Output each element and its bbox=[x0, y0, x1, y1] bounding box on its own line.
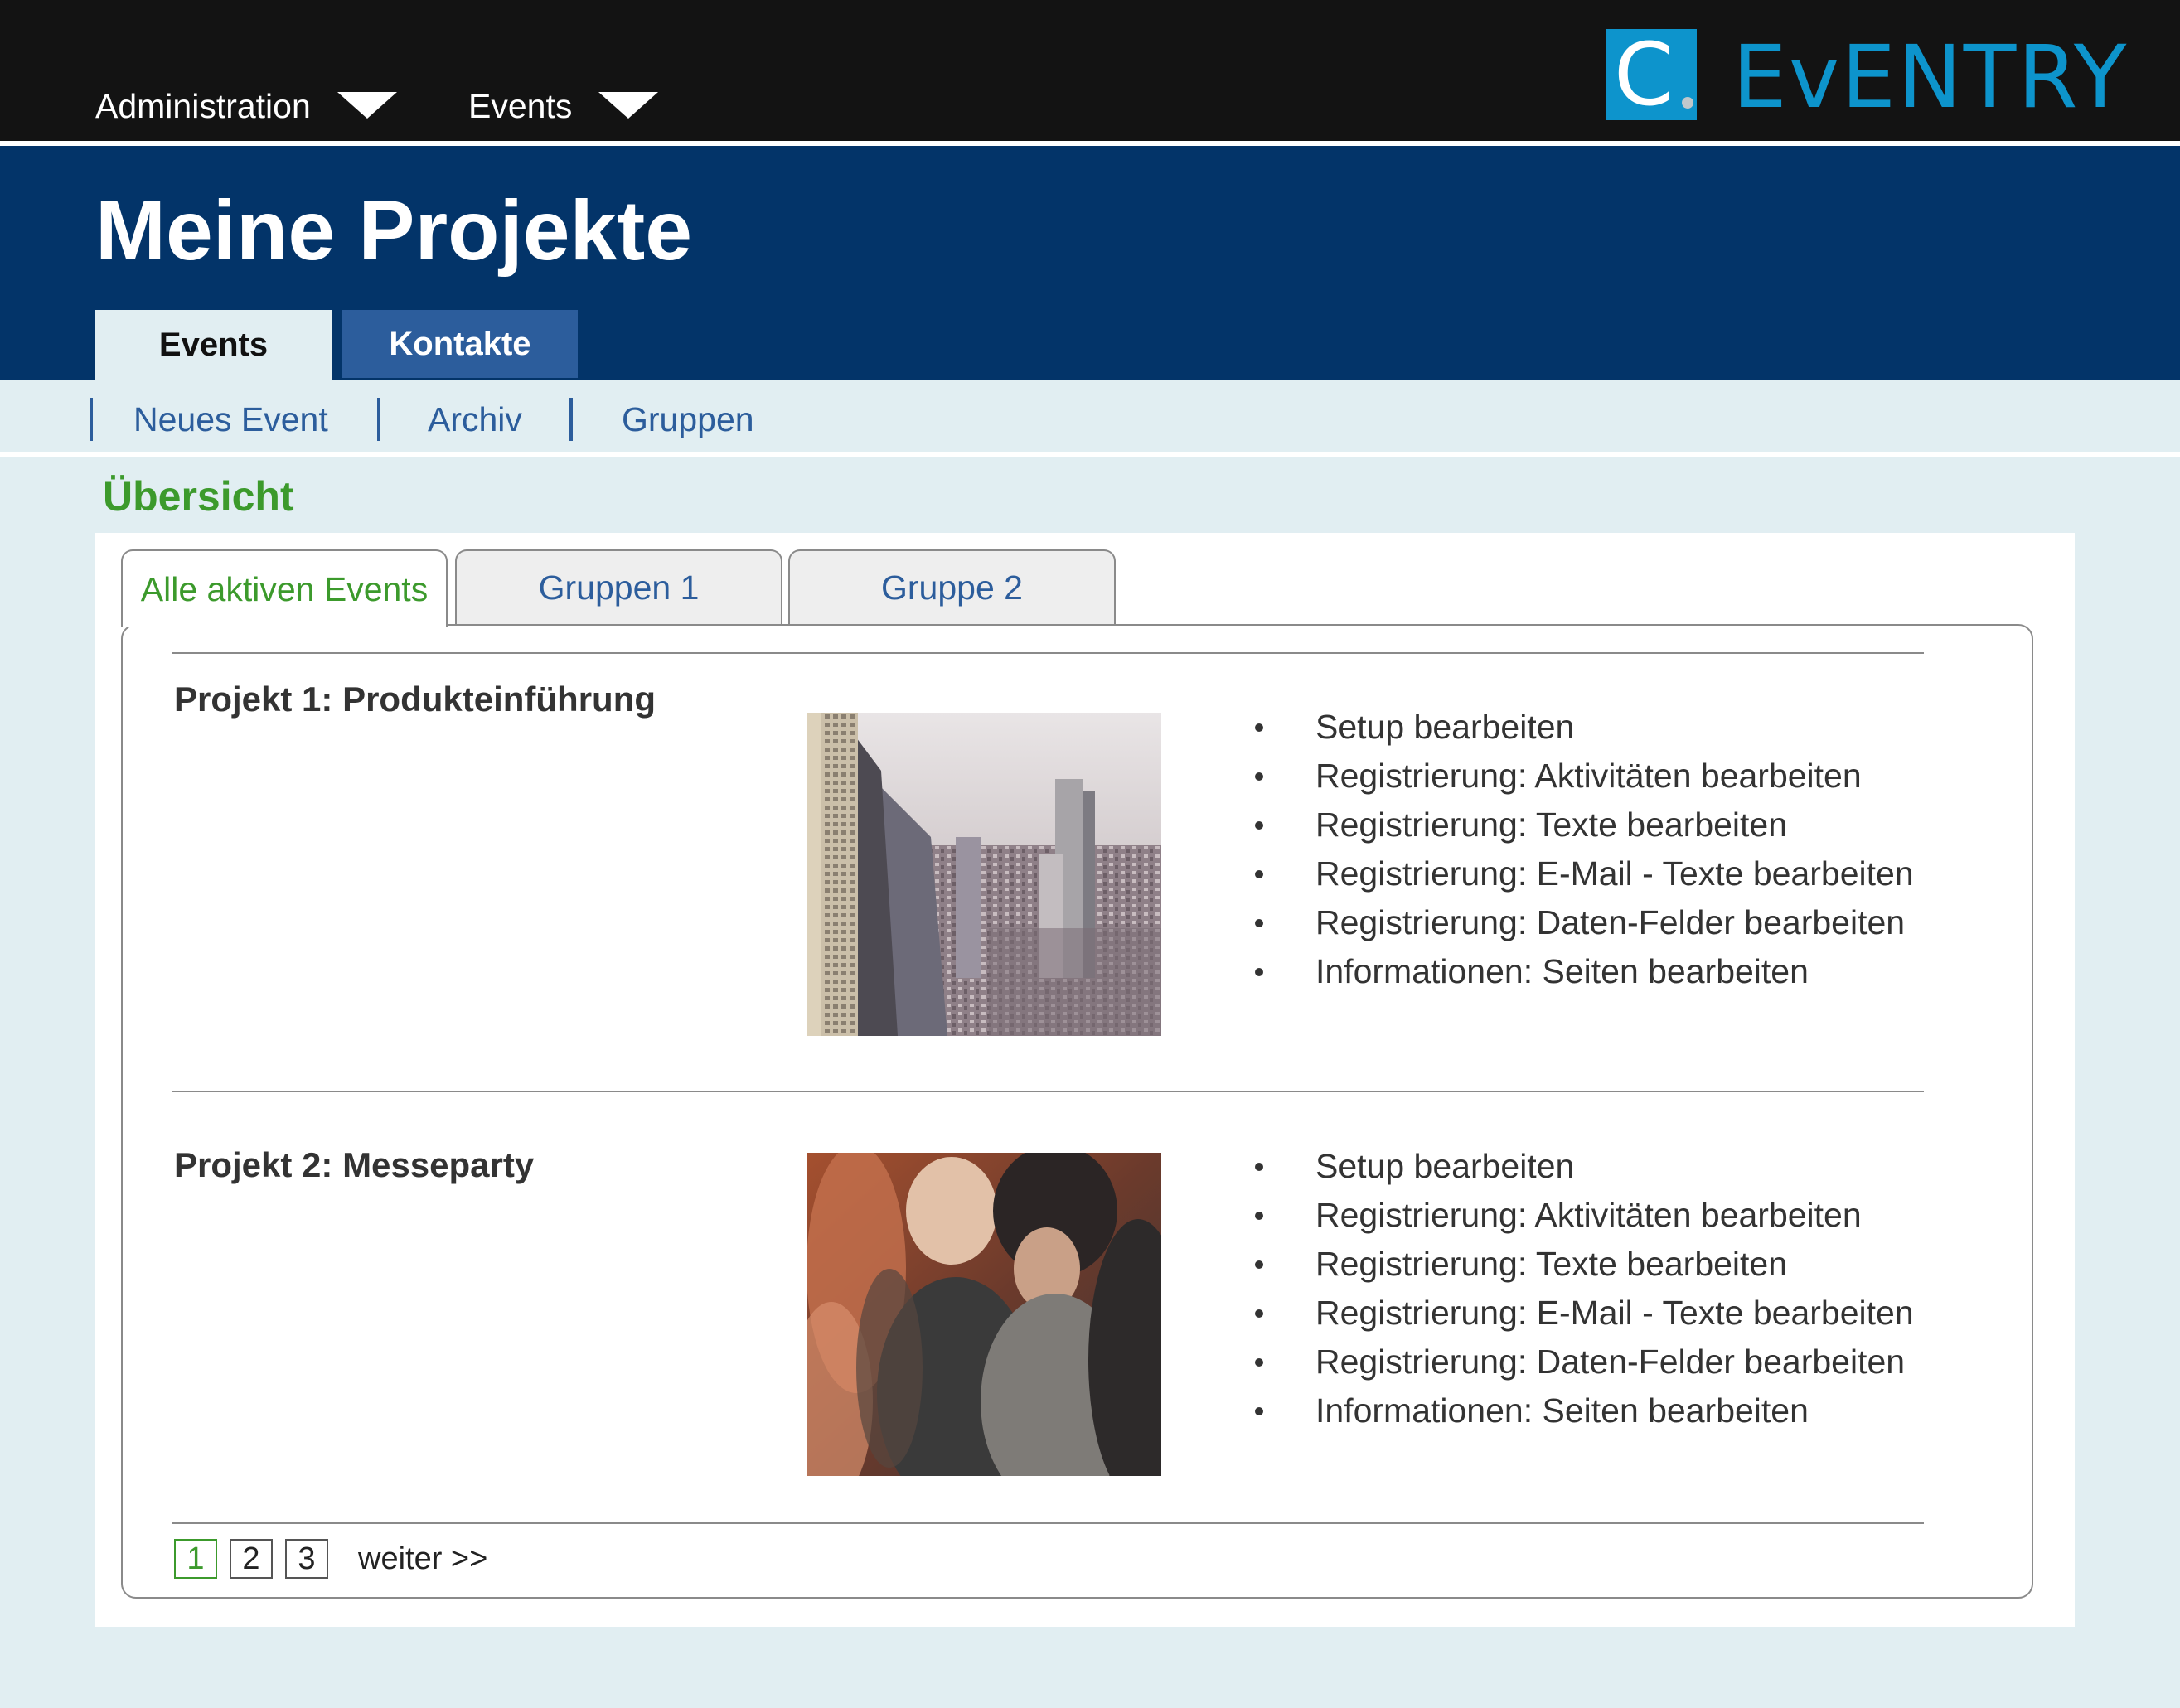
chevron-down-icon bbox=[598, 91, 659, 119]
bullet-icon bbox=[1255, 870, 1263, 878]
action-registrierung-texte[interactable]: Registrierung: Texte bearbeiten bbox=[1252, 1240, 1914, 1289]
subnav-separator bbox=[90, 398, 93, 441]
action-registrierung-daten-felder[interactable]: Registrierung: Daten-Felder bearbeiten bbox=[1252, 898, 1914, 947]
action-informationen-seiten[interactable]: Informationen: Seiten bearbeiten bbox=[1252, 947, 1914, 996]
subnav-link-neues-event[interactable]: Neues Event bbox=[133, 396, 328, 443]
action-label: Informationen: Seiten bearbeiten bbox=[1315, 952, 1809, 990]
action-registrierung-daten-felder[interactable]: Registrierung: Daten-Felder bearbeiten bbox=[1252, 1338, 1914, 1386]
tab-gruppe-2[interactable]: Gruppe 2 bbox=[788, 549, 1116, 624]
bullet-icon bbox=[1255, 1309, 1263, 1318]
bullet-icon bbox=[1255, 772, 1263, 781]
page-title: Meine Projekte bbox=[95, 183, 692, 278]
project-2-actions: Setup bearbeiten Registrierung: Aktivitä… bbox=[1252, 1142, 1914, 1435]
bullet-icon bbox=[1255, 1163, 1263, 1171]
action-registrierung-email-texte[interactable]: Registrierung: E-Mail - Texte bearbeiten bbox=[1252, 1289, 1914, 1338]
action-label: Registrierung: Texte bearbeiten bbox=[1315, 806, 1788, 844]
subnav-separator bbox=[377, 398, 380, 441]
bullet-icon bbox=[1255, 968, 1263, 976]
action-label: Registrierung: Texte bearbeiten bbox=[1315, 1245, 1788, 1283]
tab-events[interactable]: Events bbox=[95, 310, 332, 380]
nav-menu-administration[interactable]: Administration bbox=[95, 87, 397, 126]
tab-label: Gruppe 2 bbox=[881, 568, 1023, 607]
action-label: Registrierung: E-Mail - Texte bearbeiten bbox=[1315, 854, 1914, 893]
nav-menu-events[interactable]: Events bbox=[468, 87, 659, 126]
next-page-link[interactable]: weiter >> bbox=[358, 1539, 487, 1579]
nav-menu-label: Administration bbox=[95, 87, 311, 125]
project-title[interactable]: Projekt 2: Messeparty bbox=[174, 1145, 534, 1185]
divider bbox=[172, 652, 1924, 654]
chevron-down-icon bbox=[337, 91, 397, 119]
divider bbox=[172, 1522, 1924, 1524]
action-registrierung-aktivitaeten[interactable]: Registrierung: Aktivitäten bearbeiten bbox=[1252, 1191, 1914, 1240]
sub-navigation-divider bbox=[0, 452, 2180, 457]
action-label: Registrierung: E-Mail - Texte bearbeiten bbox=[1315, 1294, 1914, 1332]
bullet-icon bbox=[1255, 1260, 1263, 1269]
page-link-3[interactable]: 3 bbox=[285, 1539, 328, 1579]
subnav-separator bbox=[569, 398, 573, 441]
action-label: Informationen: Seiten bearbeiten bbox=[1315, 1391, 1809, 1430]
bullet-icon bbox=[1255, 1212, 1263, 1220]
logo-wordmark: EvENTRY bbox=[1732, 27, 2129, 128]
nav-menu-label: Events bbox=[468, 87, 573, 125]
action-label: Registrierung: Daten-Felder bearbeiten bbox=[1315, 903, 1906, 941]
page-link-2[interactable]: 2 bbox=[230, 1539, 273, 1579]
bullet-icon bbox=[1255, 919, 1263, 927]
tab-label: Alle aktiven Events bbox=[140, 569, 429, 608]
bullet-icon bbox=[1255, 821, 1263, 830]
action-label: Registrierung: Aktivitäten bearbeiten bbox=[1315, 1196, 1862, 1234]
action-label: Registrierung: Aktivitäten bearbeiten bbox=[1315, 757, 1862, 795]
action-informationen-seiten[interactable]: Informationen: Seiten bearbeiten bbox=[1252, 1386, 1914, 1435]
bullet-icon bbox=[1255, 1407, 1263, 1415]
city-skyline-photo[interactable] bbox=[807, 713, 1161, 1036]
action-setup-bearbeiten[interactable]: Setup bearbeiten bbox=[1252, 703, 1914, 752]
action-registrierung-texte[interactable]: Registrierung: Texte bearbeiten bbox=[1252, 801, 1914, 849]
project-title[interactable]: Projekt 1: Produkteinführung bbox=[174, 680, 656, 719]
crowd-photo[interactable] bbox=[807, 1153, 1161, 1476]
logo-dot bbox=[1682, 97, 1693, 109]
tab-label: Kontakte bbox=[389, 325, 531, 362]
project-1-actions: Setup bearbeiten Registrierung: Aktivitä… bbox=[1252, 703, 1914, 996]
logo-mark: C bbox=[1606, 29, 1697, 120]
crowd-image bbox=[807, 1153, 1161, 1476]
tab-kontakte[interactable]: Kontakte bbox=[342, 310, 578, 378]
page-link-1[interactable]: 1 bbox=[174, 1539, 217, 1579]
action-registrierung-aktivitaeten[interactable]: Registrierung: Aktivitäten bearbeiten bbox=[1252, 752, 1914, 801]
action-registrierung-email-texte[interactable]: Registrierung: E-Mail - Texte bearbeiten bbox=[1252, 849, 1914, 898]
tab-label: Events bbox=[158, 327, 269, 363]
subnav-link-archiv[interactable]: Archiv bbox=[428, 396, 522, 443]
bullet-icon bbox=[1255, 1358, 1263, 1367]
tab-alle-aktiven-events[interactable]: Alle aktiven Events bbox=[121, 549, 448, 627]
bullet-icon bbox=[1255, 723, 1263, 732]
action-setup-bearbeiten[interactable]: Setup bearbeiten bbox=[1252, 1142, 1914, 1191]
action-label: Setup bearbeiten bbox=[1315, 708, 1575, 746]
city-skyline-image bbox=[807, 713, 1161, 1036]
divider bbox=[172, 1091, 1924, 1092]
tab-gruppen-1[interactable]: Gruppen 1 bbox=[455, 549, 782, 624]
action-label: Registrierung: Daten-Felder bearbeiten bbox=[1315, 1343, 1906, 1381]
action-label: Setup bearbeiten bbox=[1315, 1147, 1575, 1185]
subnav-link-gruppen[interactable]: Gruppen bbox=[622, 396, 754, 443]
tab-label: Gruppen 1 bbox=[538, 568, 700, 607]
section-title: Übersicht bbox=[103, 473, 294, 520]
